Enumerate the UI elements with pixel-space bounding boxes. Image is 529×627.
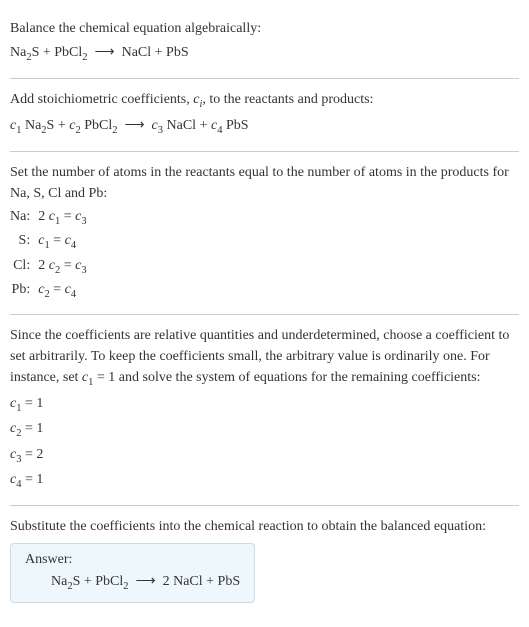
- soln-c4: c4 = 1: [10, 469, 519, 493]
- substitute-intro: Substitute the coefficients into the che…: [10, 516, 519, 537]
- section-atom-balance: Set the number of atoms in the reactants…: [10, 152, 519, 314]
- soln-c2: c2 = 1: [10, 418, 519, 442]
- text-fragment: Add stoichiometric coefficients,: [10, 92, 193, 107]
- element-label: Pb:: [10, 279, 38, 304]
- section-add-coeffs: Add stoichiometric coefficients, ci, to …: [10, 79, 519, 151]
- balance-eq: c2 = c4: [38, 279, 86, 304]
- solve-intro: Since the coefficients are relative quan…: [10, 325, 519, 391]
- atom-balance-table: Na: 2 c1 = c3 S: c1 = c4 Cl: 2 c2 = c3 P…: [10, 206, 87, 304]
- soln-c3: c3 = 2: [10, 444, 519, 468]
- soln-c1: c1 = 1: [10, 393, 519, 417]
- balance-row-s: S: c1 = c4: [10, 230, 87, 255]
- problem-intro: Balance the chemical equation algebraica…: [10, 18, 519, 39]
- section-solve: Since the coefficients are relative quan…: [10, 315, 519, 505]
- element-label: S:: [10, 230, 38, 255]
- balance-eq: 2 c2 = c3: [38, 255, 86, 280]
- atom-balance-intro: Set the number of atoms in the reactants…: [10, 162, 519, 204]
- answer-box: Answer: Na2S + PbCl2 ⟶ 2 NaCl + PbS: [10, 543, 255, 603]
- balance-row-na: Na: 2 c1 = c3: [10, 206, 87, 231]
- section-problem: Balance the chemical equation algebraica…: [10, 8, 519, 78]
- unbalanced-equation: Na2S + PbCl2 ⟶ NaCl + PbS: [10, 41, 519, 66]
- balance-row-pb: Pb: c2 = c4: [10, 279, 87, 304]
- soln-val: = 1: [21, 472, 43, 487]
- equation-with-coeffs: c1 Na2S + c2 PbCl2 ⟶ c3 NaCl + c4 PbS: [10, 114, 519, 139]
- balance-row-cl: Cl: 2 c2 = c3: [10, 255, 87, 280]
- add-coeffs-intro: Add stoichiometric coefficients, ci, to …: [10, 89, 519, 113]
- text-fragment: , to the reactants and products:: [202, 92, 373, 107]
- soln-val: = 2: [21, 447, 43, 462]
- text-fragment: = 1 and solve the system of equations fo…: [93, 370, 480, 385]
- balance-eq: 2 c1 = c3: [38, 206, 86, 231]
- section-substitute: Substitute the coefficients into the che…: [10, 506, 519, 613]
- soln-val: = 1: [21, 421, 43, 436]
- balance-eq: c1 = c4: [38, 230, 86, 255]
- element-label: Na:: [10, 206, 38, 231]
- balanced-equation: Na2S + PbCl2 ⟶ 2 NaCl + PbS: [25, 572, 240, 592]
- soln-val: = 1: [21, 396, 43, 411]
- element-label: Cl:: [10, 255, 38, 280]
- answer-title: Answer:: [25, 552, 240, 568]
